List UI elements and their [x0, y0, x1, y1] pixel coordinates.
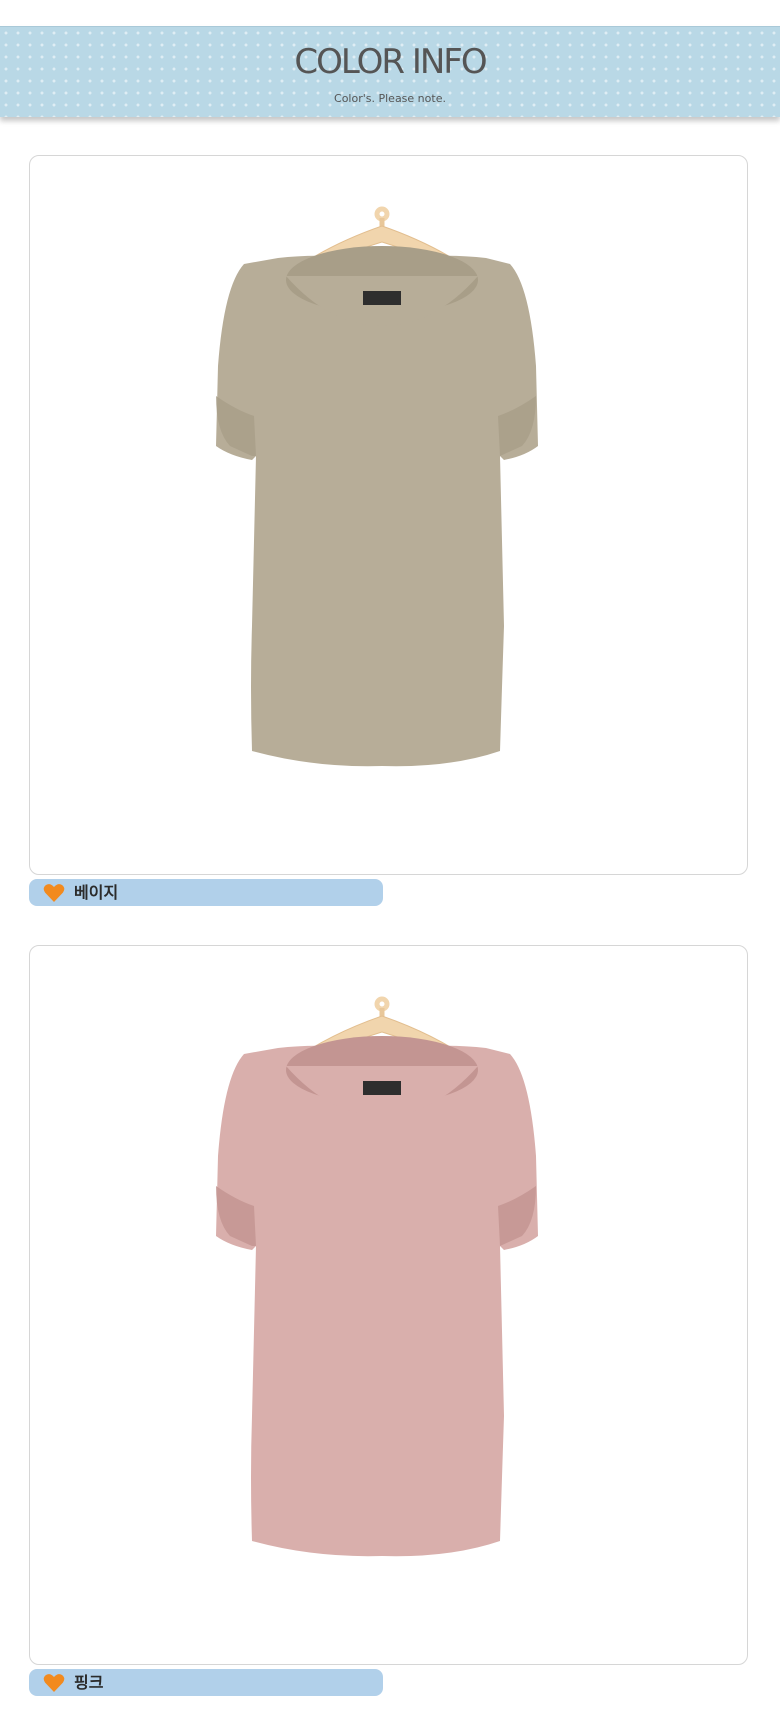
color-name-label: 베이지	[74, 883, 119, 902]
color-label-bar: 핑크	[29, 1669, 383, 1696]
color-info-page: COLOR INFO Color's. Please note. 베이지 핑크	[0, 0, 780, 1716]
color-label-bar: 베이지	[29, 879, 383, 906]
heart-icon	[43, 884, 65, 902]
color-info-banner: COLOR INFO Color's. Please note.	[0, 26, 780, 117]
product-image-frame	[29, 155, 748, 875]
color-name-label: 핑크	[74, 1673, 104, 1692]
page-subtitle: Color's. Please note.	[334, 92, 446, 105]
product-beige: 베이지	[29, 155, 749, 906]
product-pink: 핑크	[29, 945, 749, 1696]
page-title: COLOR INFO	[294, 42, 487, 82]
shirt-pink-image	[216, 996, 538, 1557]
shirt-beige-image	[216, 206, 538, 767]
product-image-frame	[29, 945, 748, 1665]
heart-icon	[43, 1674, 65, 1692]
